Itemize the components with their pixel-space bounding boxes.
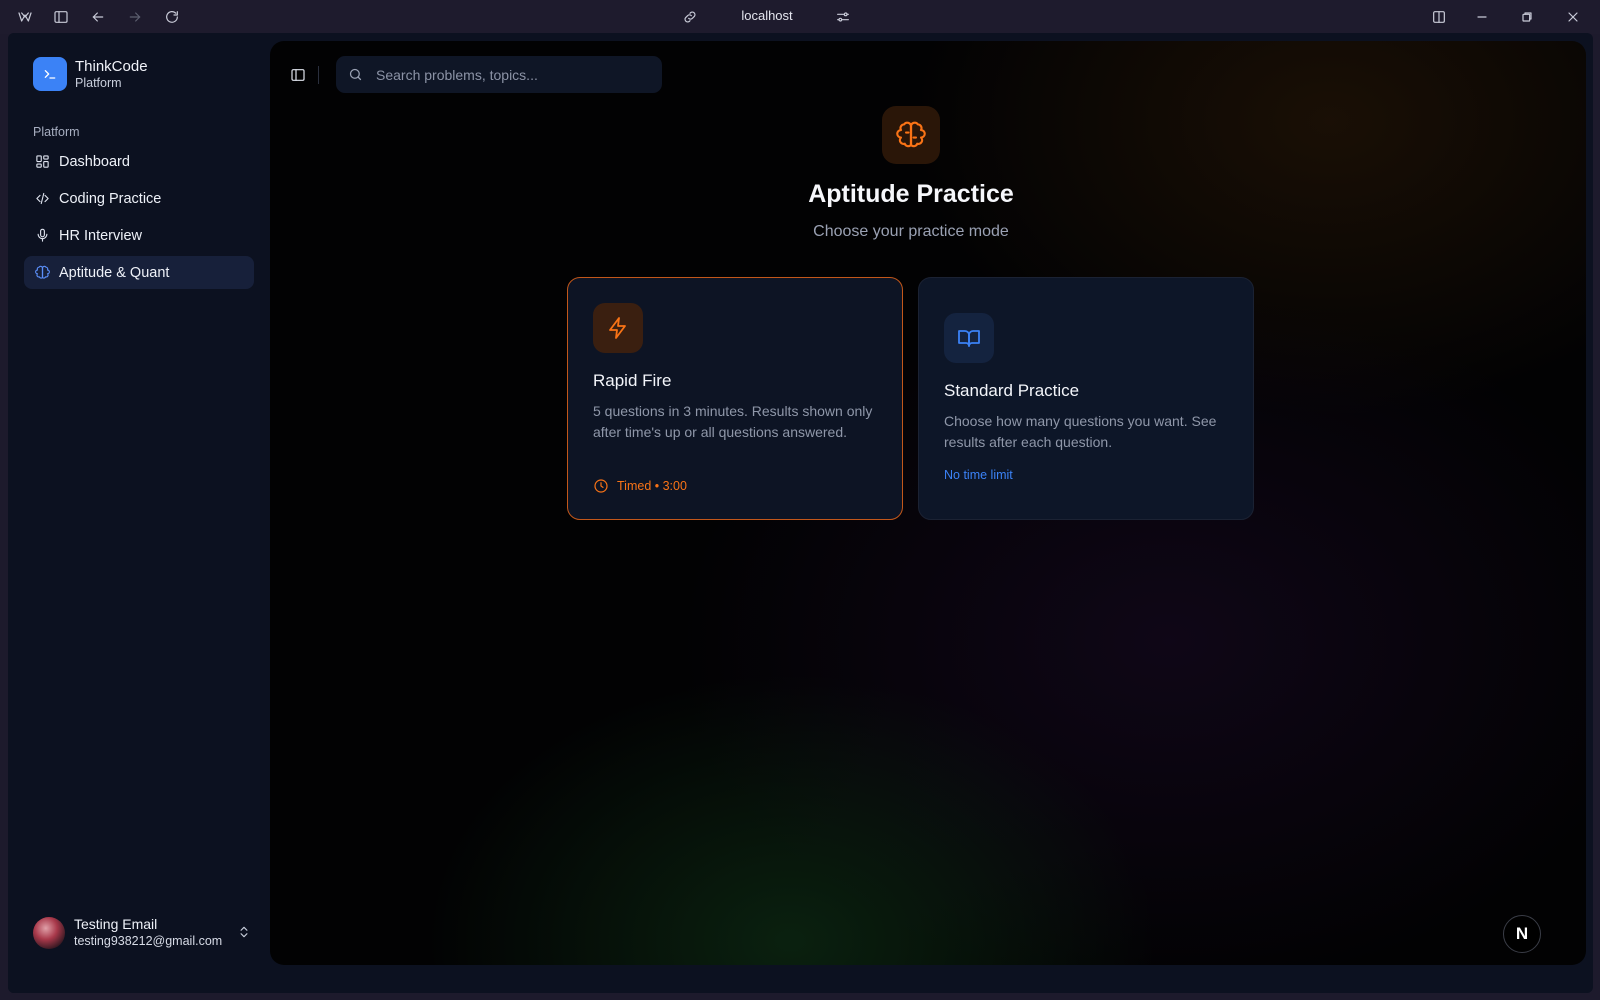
restore-icon[interactable] [1517,7,1537,27]
reload-icon[interactable] [162,7,182,27]
card-meta: Timed • 3:00 [593,478,687,494]
user-name: Testing Email [74,916,158,933]
nextjs-badge[interactable]: N [1503,915,1541,953]
minimize-icon[interactable] [1472,7,1492,27]
back-icon[interactable] [88,7,108,27]
main-panel: Aptitude Practice Choose your practice m… [270,41,1586,965]
section-label: Platform [33,125,80,139]
split-view-icon[interactable] [1429,7,1449,27]
app-window: ThinkCode Platform Platform Dashboard Co… [8,33,1593,993]
zap-icon [593,303,643,353]
site-settings-icon[interactable] [833,7,853,27]
search-bar[interactable] [336,56,662,93]
clock-icon [593,478,609,494]
sidebar-toggle-icon[interactable] [51,7,71,27]
terminal-icon [33,57,67,91]
layout-dashboard-icon [34,154,50,170]
brand[interactable]: ThinkCode Platform [33,57,148,91]
sidebar-item-label: Aptitude & Quant [59,264,170,281]
brand-name: ThinkCode [75,57,148,75]
standard-practice-card[interactable]: Standard Practice Choose how many questi… [918,277,1254,520]
card-meta: No time limit [944,468,1013,482]
card-meta-text: Timed • 3:00 [617,479,687,493]
url-text[interactable]: localhost [700,8,834,26]
sidebar-item-coding-practice[interactable]: Coding Practice [24,182,254,215]
brain-icon [34,265,50,281]
rapid-fire-card[interactable]: Rapid Fire 5 questions in 3 minutes. Res… [567,277,903,520]
close-icon[interactable] [1563,7,1583,27]
code-icon [34,191,50,207]
sidebar-item-label: Dashboard [59,153,130,170]
sidebar-item-dashboard[interactable]: Dashboard [24,145,254,178]
card-description: 5 questions in 3 minutes. Results shown … [593,403,873,440]
panel-left-icon[interactable] [288,65,308,85]
page-subtitle: Choose your practice mode [813,223,1009,240]
brain-icon [882,106,940,164]
brand-subtitle: Platform [75,75,122,90]
card-title: Standard Practice [944,381,1080,400]
forward-icon[interactable] [125,7,145,27]
search-icon [348,67,364,83]
sidebar-item-hr-interview[interactable]: HR Interview [24,219,254,252]
avatar [33,917,65,949]
sidebar-item-label: HR Interview [59,227,142,244]
sidebar: ThinkCode Platform Platform Dashboard Co… [8,33,275,993]
divider [318,66,319,84]
page-title: Aptitude Practice [808,180,1014,208]
card-meta-text: No time limit [944,468,1013,482]
sidebar-item-label: Coding Practice [59,190,162,207]
user-email: testing938212@gmail.com [74,933,223,948]
sidebar-item-aptitude-quant[interactable]: Aptitude & Quant [24,256,254,289]
user-menu[interactable]: Testing Email testing938212@gmail.com [33,913,253,953]
card-title: Rapid Fire [593,371,672,390]
mic-icon [34,228,50,244]
book-open-icon [944,313,994,363]
sidebar-nav: Dashboard Coding Practice HR Interview A… [24,145,254,293]
browser-toolbar: localhost [0,0,1600,34]
chevrons-up-down-icon [237,925,253,941]
browser-logo-icon[interactable] [15,7,35,27]
card-description: Choose how many questions you want. See … [944,413,1217,450]
link-icon[interactable] [680,7,700,27]
search-input[interactable] [376,66,646,83]
